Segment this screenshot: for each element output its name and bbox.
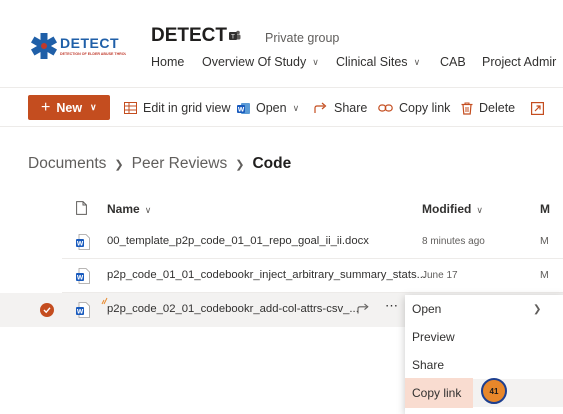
chevron-down-icon: ∨ xyxy=(312,57,319,67)
link-icon xyxy=(378,104,393,112)
open-button[interactable]: W Open ∨ xyxy=(237,100,299,116)
file-modified: 8 minutes ago xyxy=(422,236,485,247)
column-header-modified-by[interactable]: M xyxy=(540,202,550,216)
chevron-right-icon: ❯ xyxy=(533,303,542,315)
chevron-down-icon: ∨ xyxy=(144,205,152,215)
new-button[interactable]: + New ∨ xyxy=(28,95,110,120)
chevron-right-icon: ❯ xyxy=(114,158,124,171)
file-type-column-icon[interactable] xyxy=(76,201,87,215)
menu-item-open[interactable]: Open ❯ xyxy=(405,295,563,323)
chevron-down-icon: ∨ xyxy=(292,102,300,113)
group-privacy-label: Private group xyxy=(265,31,340,45)
nav-item-clinical-sites[interactable]: Clinical Sites ∨ xyxy=(336,55,420,69)
open-in-new-window-button[interactable] xyxy=(531,100,550,116)
nav-item-cab[interactable]: CAB xyxy=(440,55,466,69)
breadcrumb-peer-reviews[interactable]: Peer Reviews xyxy=(132,155,228,173)
logo-text: DETECT xyxy=(60,35,119,51)
plus-icon: + xyxy=(41,98,51,116)
svg-text:T: T xyxy=(230,34,235,41)
chevron-right-icon: ❯ xyxy=(235,158,245,171)
file-name[interactable]: p2p_code_01_01_codebookr_inject_arbitrar… xyxy=(107,269,426,281)
file-name[interactable]: 00_template_p2p_code_01_01_repo_goal_ii_… xyxy=(107,235,369,247)
svg-text:W: W xyxy=(77,275,84,282)
svg-text:W: W xyxy=(238,106,245,113)
word-document-icon: W xyxy=(76,302,90,318)
file-name[interactable]: p2p_code_02_01_codebookr_add-col-attrs-c… xyxy=(107,303,359,315)
trash-icon xyxy=(461,102,473,115)
edit-in-grid-view-button[interactable]: Edit in grid view xyxy=(124,100,231,116)
site-title[interactable]: DETECT xyxy=(151,25,227,47)
more-options-icon[interactable]: ⋯ xyxy=(385,298,399,314)
svg-text:W: W xyxy=(77,309,84,316)
teams-icon[interactable]: T xyxy=(229,30,241,41)
command-bar-top-divider xyxy=(0,87,563,88)
column-header-modified[interactable]: Modified ∨ xyxy=(422,202,483,216)
word-document-icon: W xyxy=(76,268,90,284)
star-of-life-icon xyxy=(30,33,58,59)
breadcrumb: Documents ❯ Peer Reviews ❯ Code xyxy=(28,155,291,173)
chevron-down-icon: ∨ xyxy=(413,57,421,67)
nav-item-project-admin[interactable]: Project Admir xyxy=(482,55,556,69)
share-button[interactable]: Share xyxy=(314,100,367,116)
word-icon: W xyxy=(237,102,250,114)
svg-text:W: W xyxy=(77,241,84,248)
file-modified-by: M xyxy=(540,235,549,247)
table-row[interactable]: W p2p_code_01_01_codebookr_inject_arbitr… xyxy=(0,259,563,293)
grid-icon xyxy=(124,102,137,114)
share-icon[interactable] xyxy=(357,303,370,314)
table-row[interactable]: W 00_template_p2p_code_01_01_repo_goal_i… xyxy=(0,225,563,259)
breadcrumb-current: Code xyxy=(252,155,292,172)
word-document-icon: W xyxy=(76,234,90,250)
chevron-down-icon: ∨ xyxy=(90,102,97,112)
row-selected-check-icon[interactable] xyxy=(40,303,54,317)
copy-link-button[interactable]: Copy link xyxy=(378,100,450,116)
nav-item-home[interactable]: Home xyxy=(151,55,184,69)
file-modified: June 17 xyxy=(422,270,458,281)
file-modified-by: M xyxy=(540,269,549,281)
logo-tagline: DETECTION OF ELDER ABUSE THROUGH EMERGEN… xyxy=(60,52,126,56)
share-icon xyxy=(314,102,327,113)
command-bar-bottom-divider xyxy=(0,126,563,127)
menu-item-preview[interactable]: Preview xyxy=(405,323,563,351)
column-header-name[interactable]: Name ∨ xyxy=(107,202,151,216)
menu-item-share[interactable]: Share xyxy=(405,351,563,379)
nav-item-overview-of-study[interactable]: Overview Of Study ∨ xyxy=(202,55,319,69)
delete-button[interactable]: Delete xyxy=(461,100,515,116)
site-logo[interactable]: DETECT DETECTION OF ELDER ABUSE THROUGH … xyxy=(30,32,128,62)
external-link-icon xyxy=(531,101,544,115)
site-navigation: Home Overview Of Study ∨ Clinical Sites ∨ … xyxy=(151,55,563,71)
step-number-badge: 41 xyxy=(481,378,507,404)
breadcrumb-documents[interactable]: Documents xyxy=(28,155,106,173)
chevron-down-icon: ∨ xyxy=(476,205,483,215)
